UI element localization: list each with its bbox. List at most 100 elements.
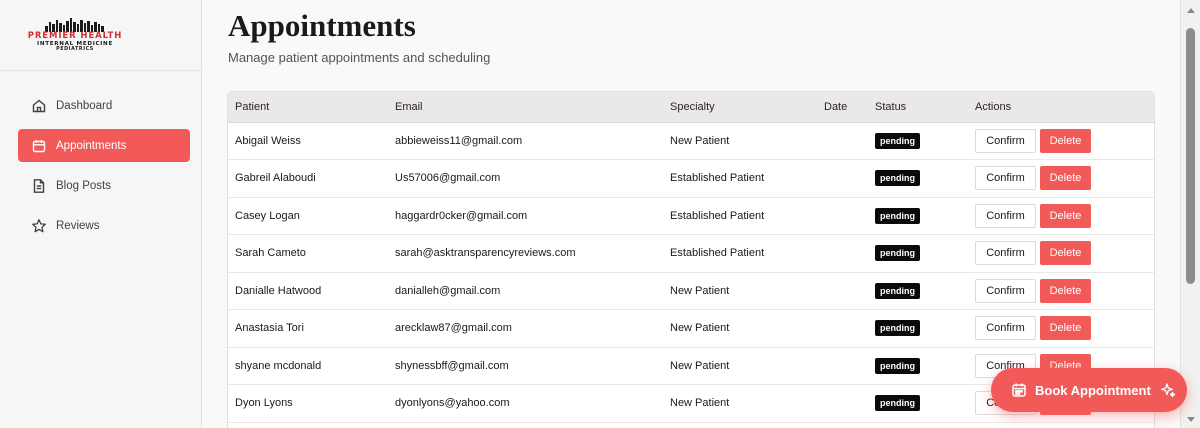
cell-patient: Danialle Hatwood (235, 284, 322, 297)
cell-patient: Gabreil Alaboudi (235, 172, 316, 185)
scroll-thumb[interactable] (1186, 28, 1195, 284)
confirm-button[interactable]: Confirm (975, 203, 1036, 228)
cell-status: pending (868, 197, 968, 235)
cell-email: sarah@asktransparencyreviews.com (395, 247, 576, 260)
cell-date (817, 160, 868, 198)
sidebar-nav: Dashboard Appointments Blog Posts Review… (18, 89, 190, 249)
confirm-button[interactable]: Confirm (975, 241, 1036, 266)
cell-email: arecklaw87@gmail.com (395, 322, 512, 335)
status-badge: pending (875, 207, 920, 224)
confirm-button[interactable]: Confirm (975, 166, 1036, 191)
cell-email: danialleh@gmail.com (395, 284, 501, 297)
cell-specialty: New Patient (670, 397, 730, 410)
cell-status: pending (868, 160, 968, 198)
table-row: Gabreil Alaboudi Us57006@gmail.com Establi… (228, 160, 1154, 198)
status-badge: pending (875, 170, 920, 187)
home-icon (32, 99, 46, 112)
cell-actions: ConfirmDelete (968, 122, 1154, 160)
delete-button[interactable]: Delete (1040, 128, 1091, 153)
column-header-actions: Actions (968, 92, 1154, 123)
book-appointment-label: Book Appointment (1035, 382, 1151, 398)
cell-date (817, 197, 868, 235)
delete-button[interactable]: Delete (1040, 166, 1091, 191)
table-row: Danialle Hatwood danialleh@gmail.com New P… (228, 272, 1154, 310)
status-badge: pending (875, 395, 920, 412)
sidebar-item-label: Blog Posts (56, 179, 111, 192)
book-appointment-button[interactable]: Book Appointment (991, 368, 1187, 412)
confirm-button[interactable]: Confirm (975, 128, 1036, 153)
sparkle-icon (1160, 383, 1175, 398)
cell-status: pending (868, 347, 968, 385)
cell-date (817, 272, 868, 310)
cell-specialty: New Patient (670, 359, 730, 372)
brand-logo[interactable]: PREMIER HEALTH INTERNAL MEDICINE PEDIATR… (0, 0, 150, 71)
cell-email: abbieweiss11@gmail.com (395, 134, 523, 147)
cell-specialty: New Patient (670, 322, 730, 335)
cell-status: pending (868, 385, 968, 423)
delete-button[interactable]: Delete (1040, 278, 1091, 303)
table-row: Anastasia Tori arecklaw87@gmail.com New Pa… (228, 310, 1154, 348)
sidebar-item-label: Dashboard (56, 99, 113, 112)
cell-date (817, 385, 868, 423)
page-title: Appointments (228, 8, 416, 43)
cell-specialty: Established Patient (670, 247, 765, 260)
cell-specialty: New Patient (670, 284, 730, 297)
cell-specialty: Established Patient (670, 172, 765, 185)
cell-actions: ConfirmDelete (968, 235, 1154, 273)
sidebar-item-dashboard[interactable]: Dashboard (18, 89, 190, 122)
brand-name: PREMIER HEALTH (27, 31, 123, 41)
main-content: Appointments Manage patient appointments… (202, 0, 1180, 428)
page-scrollbar[interactable] (1180, 0, 1200, 428)
cell-patient: Dyon Lyons (235, 397, 293, 410)
cell-actions: ConfirmDelete (968, 310, 1154, 348)
cell-patient: Anastasia Tori (235, 322, 304, 335)
delete-button[interactable]: Delete (1040, 241, 1091, 266)
cell-specialty: Established Patient (670, 209, 765, 222)
scroll-up-icon[interactable] (1187, 8, 1195, 13)
sidebar-item-label: Reviews (56, 219, 100, 232)
column-header-patient: Patient (228, 92, 388, 123)
page-subtitle: Manage patient appointments and scheduli… (228, 50, 491, 65)
cell-patient: Sarah Cameto (235, 247, 306, 260)
status-badge: pending (875, 132, 920, 149)
scroll-down-icon[interactable] (1187, 417, 1195, 422)
column-header-specialty: Specialty (663, 92, 817, 123)
cell-status: pending (868, 310, 968, 348)
cell-date (817, 122, 868, 160)
skyline-icon (45, 18, 104, 32)
table-header-row: Patient Email Specialty Date Status Acti… (228, 92, 1154, 123)
cell-date (817, 310, 868, 348)
delete-button[interactable]: Delete (1040, 316, 1091, 341)
cell-email: haggardr0cker@gmail.com (395, 209, 528, 222)
cell-patient: Casey Logan (235, 209, 300, 222)
column-header-status: Status (868, 92, 968, 123)
cell-email: Us57006@gmail.com (395, 172, 501, 185)
document-icon (33, 178, 45, 193)
delete-button[interactable]: Delete (1040, 203, 1091, 228)
table-row: Casey Logan haggardr0cker@gmail.com Establ… (228, 197, 1154, 235)
cell-email: dyonlyons@yahoo.com (395, 397, 510, 410)
sidebar-item-blog-posts[interactable]: Blog Posts (18, 169, 190, 202)
confirm-button[interactable]: Confirm (975, 278, 1036, 303)
table-row: Abigail Weiss abbieweiss11@gmail.com New P… (228, 122, 1154, 160)
star-icon (32, 218, 46, 232)
cell-patient: Abigail Weiss (235, 134, 301, 147)
calendar-icon (1012, 383, 1026, 397)
sidebar-item-reviews[interactable]: Reviews (18, 209, 190, 242)
column-header-email: Email (388, 92, 663, 123)
cell-status: pending (868, 272, 968, 310)
sidebar-divider (0, 70, 202, 71)
cell-patient: shyane mcdonald (235, 359, 322, 372)
cell-actions: ConfirmDelete (968, 160, 1154, 198)
sidebar-item-label: Appointments (56, 139, 127, 152)
brand-subtagline: PEDIATRICS (56, 47, 94, 52)
confirm-button[interactable]: Confirm (975, 316, 1036, 341)
cell-email: shynessbff@gmail.com (395, 359, 509, 372)
calendar-icon (32, 139, 46, 152)
cell-actions: ConfirmDelete (968, 197, 1154, 235)
cell-date (817, 347, 868, 385)
cell-status: pending (868, 235, 968, 273)
cell-actions: ConfirmDelete (968, 272, 1154, 310)
sidebar-item-appointments[interactable]: Appointments (18, 129, 190, 162)
status-badge: pending (875, 282, 920, 299)
